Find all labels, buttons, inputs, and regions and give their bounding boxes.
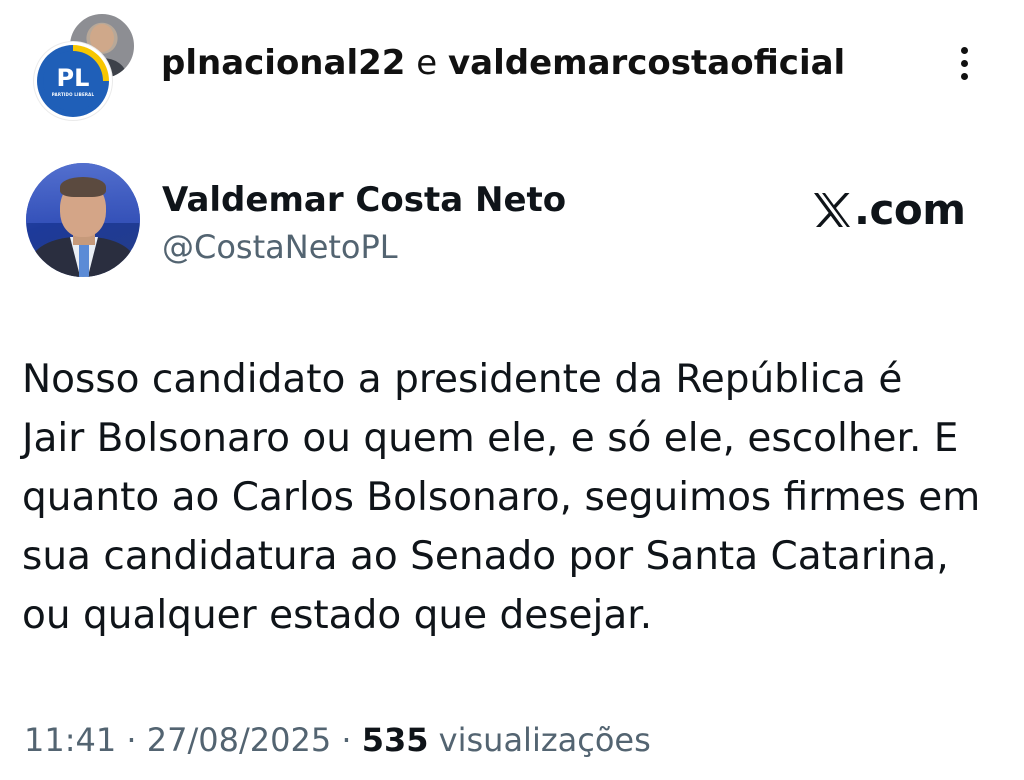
secondary-account-link[interactable]: valdemarcostaoficial	[448, 43, 845, 83]
tweet-author-avatar	[26, 163, 140, 277]
primary-account-link[interactable]: plnacional22	[161, 43, 405, 83]
tweet-time: 11:41	[24, 721, 117, 759]
tweet-date: 27/08/2025	[146, 721, 332, 759]
source-domain-label: .com	[854, 185, 966, 234]
post-authors: plnacional22 e valdemarcostaoficial	[161, 41, 845, 85]
tweet-author-handle: @CostaNetoPL	[162, 228, 398, 266]
menu-dot	[960, 59, 968, 67]
post-header: PL PARTIDO LIBERAL plnacional22 e valdem…	[0, 0, 1024, 130]
tweet-text-line: quanto ao Carlos Bolsonaro, seguimos fir…	[22, 475, 981, 520]
tweet-views-count: 535	[361, 721, 429, 759]
tweet-author-name: Valdemar Costa Neto	[162, 180, 567, 220]
x-com-source-badge: .com	[812, 184, 966, 236]
authors-connector: e	[405, 43, 448, 83]
logo-badge: PL PARTIDO LIBERAL	[43, 51, 103, 111]
pl-party-logo-avatar[interactable]: PL PARTIDO LIBERAL	[34, 42, 112, 120]
tweet-text-line: Nosso candidato a presidente da Repúblic…	[22, 357, 903, 402]
more-vertical-icon[interactable]	[946, 38, 982, 88]
avatar-hair	[60, 177, 106, 197]
meta-separator: ·	[331, 721, 362, 759]
avatar-tie	[79, 243, 89, 277]
logo-subtext: PARTIDO LIBERAL	[51, 91, 95, 97]
tweet-text-line: sua candidatura ao Senado por Santa Cata…	[22, 534, 949, 579]
menu-dot	[960, 46, 968, 54]
tweet-text-line: ou qualquer estado que desejar.	[22, 593, 653, 638]
logo-text: PL	[56, 63, 90, 92]
menu-dot	[960, 72, 968, 80]
tweet-metadata: 11:41 · 27/08/2025 · 535 visualizações	[24, 718, 651, 762]
tweet-text-line: Jair Bolsonaro ou quem ele, e só ele, es…	[22, 416, 959, 461]
collab-avatars[interactable]: PL PARTIDO LIBERAL	[30, 8, 140, 120]
meta-separator: ·	[116, 721, 147, 759]
tweet-body: Nosso candidato a presidente da Repúblic…	[22, 350, 1012, 645]
tweet-views-label: visualizações	[428, 721, 651, 759]
x-logo-icon	[814, 193, 850, 227]
